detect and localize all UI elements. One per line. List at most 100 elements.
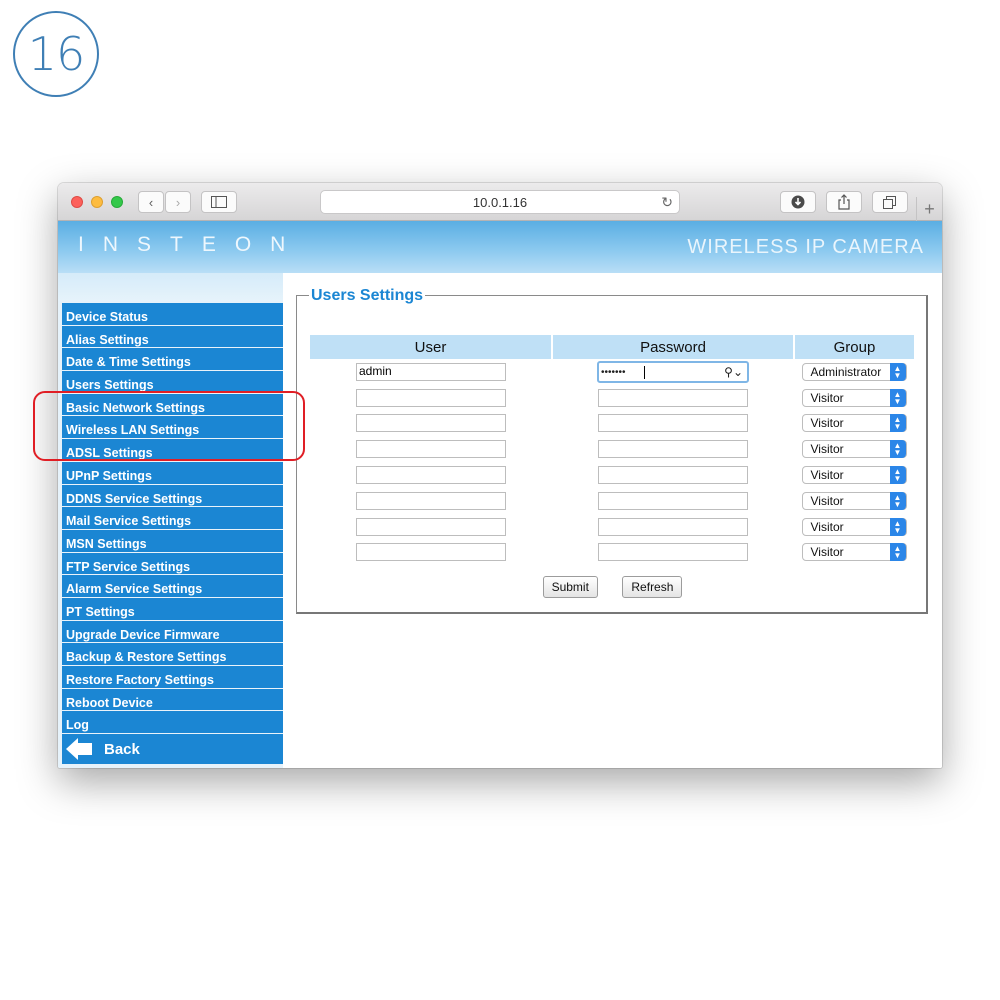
reload-icon[interactable]: ↻ <box>661 194 673 211</box>
password-field[interactable]: ••••••• ⚲⌄ <box>597 360 749 383</box>
group-select[interactable]: Visitor ▲ ▼ <box>801 517 907 536</box>
select-chevron-icon: ▲ ▼ <box>889 362 906 381</box>
group-select[interactable]: Administrator ▲ ▼ <box>801 362 907 381</box>
group-select[interactable]: Visitor ▲ ▼ <box>801 414 907 433</box>
text-caret <box>644 365 645 379</box>
highlight-annotation <box>33 391 305 461</box>
group-select-value: Visitor <box>810 493 844 508</box>
sidebar-icon <box>211 196 227 208</box>
sidebar-item-restore-factory-settings[interactable]: Restore Factory Settings <box>62 666 283 689</box>
group-select[interactable]: Visitor ▲ ▼ <box>801 440 907 459</box>
select-chevron-icon: ▲ ▼ <box>889 414 906 433</box>
sidebar-top-strip <box>58 273 283 301</box>
downloads-button[interactable] <box>780 191 816 213</box>
download-icon <box>791 195 805 209</box>
group-select-value: Administrator <box>810 364 882 379</box>
close-window-button[interactable] <box>71 196 83 208</box>
refresh-button[interactable]: Refresh <box>622 576 683 598</box>
user-field[interactable] <box>356 517 506 536</box>
sidebar-item-ddns-service-settings[interactable]: DDNS Service Settings <box>62 484 283 508</box>
new-tab-button[interactable]: + <box>916 197 942 221</box>
sidebar-item-reboot-device[interactable]: Reboot Device <box>62 688 283 712</box>
select-chevron-icon: ▲ ▼ <box>889 491 906 510</box>
back-label: Back <box>104 740 140 758</box>
back-arrow-icon <box>66 738 78 761</box>
user-field[interactable] <box>356 543 506 562</box>
group-select-value: Visitor <box>810 467 844 482</box>
address-bar[interactable]: 10.0.1.16 ↻ <box>320 190 680 214</box>
camera-header: INSTEON WIRELESS IP CAMERA <box>58 221 942 273</box>
sidebar-item-backup-restore-settings[interactable]: Backup & Restore Settings <box>62 643 283 666</box>
zoom-window-button[interactable] <box>111 196 123 208</box>
group-select-value: Visitor <box>810 545 844 560</box>
user-field[interactable] <box>356 414 506 433</box>
main-content: Users Settings User Password Group admin… <box>283 273 942 768</box>
sidebar-item-date-time-settings[interactable]: Date & Time Settings <box>62 348 283 372</box>
password-mask: ••••••• <box>601 366 626 378</box>
table-row: admin ••••••• ⚲⌄ Administrator ▲ ▼ <box>310 359 914 385</box>
select-chevron-icon: ▲ ▼ <box>889 543 906 562</box>
table-row: Visitor ▲ ▼ <box>310 385 914 411</box>
table-row: Visitor ▲ ▼ <box>310 488 914 514</box>
users-table: User Password Group admin ••••••• ⚲⌄ Adm… <box>310 335 914 565</box>
table-row: Visitor ▲ ▼ <box>310 411 914 437</box>
plus-icon: + <box>924 198 935 219</box>
share-icon <box>838 194 850 210</box>
users-table-header: User Password Group <box>310 335 914 359</box>
browser-toolbar: ‹ › 10.0.1.16 ↻ + <box>58 183 942 221</box>
sidebar-item-pt-settings[interactable]: PT Settings <box>62 597 283 621</box>
sidebar-item-msn-settings[interactable]: MSN Settings <box>62 529 283 553</box>
step-number-badge: 16 <box>13 11 99 97</box>
password-field[interactable] <box>598 465 748 484</box>
chevron-right-icon: › <box>175 194 181 210</box>
sidebar-item-device-status[interactable]: Device Status <box>62 303 283 326</box>
sidebar-item-upgrade-device-firmware[interactable]: Upgrade Device Firmware <box>62 620 283 644</box>
table-row: Visitor ▲ ▼ <box>310 514 914 540</box>
group-select[interactable]: Visitor ▲ ▼ <box>801 388 907 407</box>
back-nav-button[interactable]: ‹ <box>138 191 164 213</box>
password-field[interactable] <box>598 491 748 510</box>
tabs-overview-button[interactable] <box>872 191 908 213</box>
table-row: Visitor ▲ ▼ <box>310 540 914 566</box>
group-select[interactable]: Visitor ▲ ▼ <box>801 543 907 562</box>
column-header-password: Password <box>552 335 795 359</box>
sidebar-item-alias-settings[interactable]: Alias Settings <box>62 325 283 349</box>
back-arrow-shaft <box>78 743 92 756</box>
column-header-group: Group <box>794 335 914 359</box>
share-button[interactable] <box>826 191 862 213</box>
user-field[interactable] <box>356 440 506 459</box>
group-select-value: Visitor <box>810 442 844 457</box>
sidebar-toggle-button[interactable] <box>201 191 237 213</box>
password-field[interactable] <box>598 543 748 562</box>
url-text: 10.0.1.16 <box>472 194 528 210</box>
sidebar-item-upnp-settings[interactable]: UPnP Settings <box>62 461 283 485</box>
group-select[interactable]: Visitor ▲ ▼ <box>801 491 907 510</box>
password-field[interactable] <box>598 440 748 459</box>
tabs-icon <box>883 195 896 209</box>
select-chevron-icon: ▲ ▼ <box>889 465 906 484</box>
select-chevron-icon: ▲ ▼ <box>889 517 906 536</box>
minimize-window-button[interactable] <box>91 196 103 208</box>
key-icon[interactable]: ⚲⌄ <box>724 365 743 379</box>
group-select-value: Visitor <box>810 519 844 534</box>
select-chevron-icon: ▲ ▼ <box>889 440 906 459</box>
sidebar-item-mail-service-settings[interactable]: Mail Service Settings <box>62 507 283 530</box>
password-field[interactable] <box>598 388 748 407</box>
table-row: Visitor ▲ ▼ <box>310 462 914 488</box>
forward-nav-button[interactable]: › <box>165 191 191 213</box>
sidebar-item-alarm-service-settings[interactable]: Alarm Service Settings <box>62 575 283 598</box>
user-field[interactable]: admin <box>356 362 506 381</box>
browser-window: ‹ › 10.0.1.16 ↻ + INSTEON WIRELESS IP CA… <box>58 183 942 768</box>
user-field[interactable] <box>356 388 506 407</box>
group-select[interactable]: Visitor ▲ ▼ <box>801 465 907 484</box>
back-button[interactable]: Back <box>62 734 283 765</box>
sidebar-item-log[interactable]: Log <box>62 711 283 735</box>
password-field[interactable] <box>598 517 748 536</box>
sidebar-item-ftp-service-settings[interactable]: FTP Service Settings <box>62 552 283 576</box>
user-field[interactable] <box>356 465 506 484</box>
camera-title: WIRELESS IP CAMERA <box>687 236 924 258</box>
submit-button[interactable]: Submit <box>542 576 598 598</box>
user-field[interactable] <box>356 491 506 510</box>
users-settings-title: Users Settings <box>309 287 426 305</box>
password-field[interactable] <box>598 414 748 433</box>
